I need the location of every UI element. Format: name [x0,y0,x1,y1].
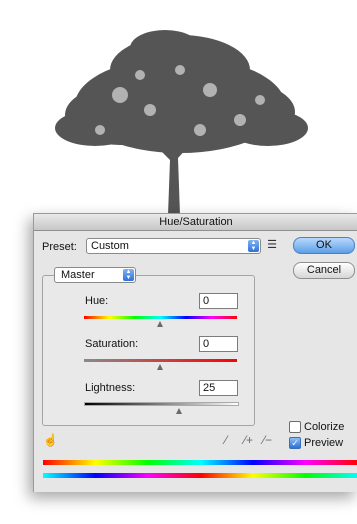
dialog-title: Hue/Saturation [34,214,357,231]
channel-select[interactable]: Master ▲ ▼ [54,267,136,283]
select-arrows-icon: ▲ ▼ [123,269,134,281]
eyedropper-minus-icon[interactable]: ⁄− [263,434,272,446]
channel-value: Master [61,269,95,281]
saturation-label: Saturation: [85,338,139,350]
cancel-button[interactable]: Cancel [293,262,355,279]
select-arrows-icon: ▲ ▼ [248,240,259,252]
lightness-slider-thumb[interactable] [176,408,182,414]
preset-label: Preset: [42,241,77,253]
lightness-input[interactable]: 25 [199,380,238,396]
hue-saturation-dialog: Hue/Saturation Preset: Custom ▲ ▼ ☰ OK Ca… [33,213,357,492]
hue-slider-thumb[interactable] [157,321,163,327]
hue-input[interactable]: 0 [199,293,238,309]
adjustment-group: Hue: 0 Saturation: 0 Lightness: 25 [42,275,255,426]
colorize-checkbox[interactable] [289,421,301,433]
hue-label: Hue: [85,295,109,307]
lightness-label: Lightness: [85,382,136,394]
eyedropper-plus-icon[interactable]: ⁄+ [244,434,253,446]
saturation-slider-track[interactable] [84,359,237,362]
hand-adjust-icon[interactable]: ☝ [43,434,58,446]
ok-button[interactable]: OK [293,237,355,254]
preset-value: Custom [91,240,129,252]
saturation-slider-thumb[interactable] [157,364,163,370]
preset-options-icon[interactable]: ☰ [266,239,278,251]
tree-image [55,30,308,215]
colorize-label: Colorize [304,421,345,433]
preview-checkbox[interactable]: ✓ [289,437,301,449]
input-color-bar [43,460,357,465]
saturation-input[interactable]: 0 [199,336,238,352]
lightness-slider-track[interactable] [84,402,239,406]
preset-select[interactable]: Custom ▲ ▼ [86,238,261,254]
eyedropper-icon[interactable]: ⁄ [225,434,227,446]
preview-label: Preview [304,437,344,449]
output-color-bar [43,473,357,478]
hue-slider-track[interactable] [84,316,237,319]
